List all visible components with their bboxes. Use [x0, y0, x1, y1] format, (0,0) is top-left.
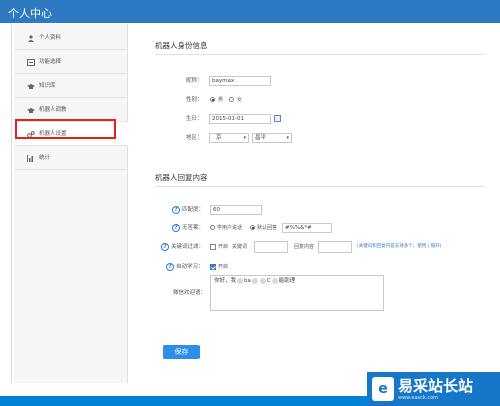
keyword-help-link[interactable]: (关键词和回复内容支持多个，使用 | 隔开)	[357, 243, 441, 251]
nickname-input[interactable]: baymax	[209, 76, 271, 86]
user-icon	[27, 35, 35, 42]
gender-female-label: 女	[237, 97, 243, 103]
identity-section-title: 机器人身份信息	[155, 41, 208, 50]
chevron-down-icon: ▾	[286, 135, 289, 141]
auto-learn-enable-label: 开启	[218, 264, 229, 270]
match-input[interactable]: 60	[210, 205, 262, 215]
province-select[interactable]: 京 ▾	[209, 133, 249, 143]
watermark-text: 易采站长站	[398, 377, 474, 395]
welcome-textarea[interactable]: 你好，我 ba C 能助理	[210, 275, 384, 311]
help-icon[interactable]: ?	[172, 224, 180, 232]
highlight-annotation	[15, 119, 116, 139]
no-answer-learn-radio[interactable]	[210, 225, 215, 230]
keyword-input[interactable]	[254, 241, 288, 253]
gender-male-radio[interactable]	[210, 97, 215, 102]
page-title: 个人中心	[8, 7, 52, 20]
welcome-text-mid2: C	[266, 278, 271, 284]
sidebar-item-label: 知识库	[39, 83, 56, 89]
sidebar: 个人资料 功能选择 知识库 机器人调教 机器人设置 统计	[14, 24, 128, 383]
sidebar-item-knowledge[interactable]: 知识库	[14, 74, 128, 98]
keyword-label: 关键词	[232, 244, 248, 250]
welcome-text-end: 能助理	[278, 278, 296, 284]
region-label: 地区：	[186, 135, 203, 141]
auto-learn-label: 自动学习：	[176, 264, 204, 270]
reply-section-title: 机器人回复内容	[155, 173, 208, 182]
function-icon	[27, 59, 35, 66]
help-icon[interactable]: ?	[172, 206, 180, 214]
province-value: 京	[216, 135, 222, 141]
no-answer-default-label: 默认回答	[257, 225, 278, 231]
divider	[155, 186, 485, 187]
auto-learn-checkbox[interactable]	[210, 264, 216, 270]
city-value: 昌平	[255, 135, 267, 141]
keyword-reply-input[interactable]	[318, 241, 352, 253]
help-icon[interactable]: ?	[161, 243, 169, 251]
divider	[155, 54, 485, 55]
header-bar: 个人中心	[0, 0, 500, 23]
no-answer-default-radio[interactable]	[250, 225, 255, 230]
bar-chart-icon	[27, 155, 35, 162]
save-button[interactable]: 保存	[163, 345, 200, 359]
graduation-cap-icon	[27, 107, 35, 114]
birthday-input[interactable]: 2015-01-01	[209, 114, 271, 124]
gender-male-label: 男	[218, 97, 224, 103]
help-icon[interactable]: ?	[166, 263, 174, 271]
keyword-filter-enable-label: 开启	[218, 244, 229, 250]
keyword-reply-label: 回复内容	[294, 244, 315, 250]
birthday-label: 生日：	[186, 116, 203, 122]
welcome-text-mid: ba	[244, 278, 251, 284]
nickname-label: 昵称：	[186, 78, 203, 84]
sidebar-item-label: 功能选择	[39, 59, 62, 65]
keyword-filter-checkbox[interactable]	[210, 244, 216, 250]
sidebar-item-label: 机器人调教	[39, 107, 67, 113]
blurred-text	[237, 277, 244, 284]
sidebar-item-statistics[interactable]: 统计	[14, 146, 128, 170]
graduation-cap-icon	[27, 83, 35, 90]
gender-label: 性别：	[186, 97, 203, 103]
blurred-text	[251, 277, 258, 284]
no-answer-label: 无答案：	[182, 225, 205, 231]
blurred-text	[259, 277, 266, 284]
match-label: 匹配度：	[182, 207, 205, 213]
sidebar-item-profile[interactable]: 个人资料	[14, 26, 128, 50]
blurred-text	[271, 277, 278, 284]
watermark-url: www.easck.com	[398, 395, 439, 401]
default-answer-input[interactable]: #%%&*#	[282, 223, 332, 233]
keyword-filter-label: 关键词过滤：	[171, 244, 205, 250]
sidebar-item-label: 统计	[39, 155, 51, 161]
sidebar-item-functions[interactable]: 功能选择	[14, 50, 128, 74]
watermark-logo-icon: e	[372, 377, 394, 401]
calendar-icon[interactable]	[274, 115, 281, 122]
welcome-text-start: 你好，我	[214, 278, 237, 284]
gender-female-radio[interactable]	[229, 97, 234, 102]
sidebar-item-label: 个人资料	[39, 35, 62, 41]
chevron-down-icon: ▾	[243, 135, 246, 141]
welcome-label: 微信欢迎语：	[173, 290, 207, 296]
no-answer-learn-label: 学用户说话	[217, 225, 243, 231]
city-select[interactable]: 昌平 ▾	[252, 133, 292, 143]
